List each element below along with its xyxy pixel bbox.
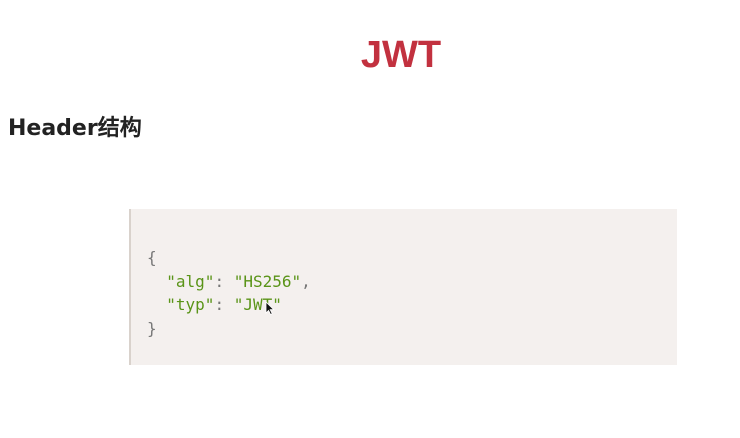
json-comma: , bbox=[301, 271, 311, 291]
json-separator: : bbox=[214, 271, 234, 291]
json-key-alg: "alg" bbox=[166, 271, 215, 291]
json-separator: : bbox=[214, 295, 234, 314]
json-code: { "alg": "HS256", "typ": "JWT" } bbox=[147, 246, 311, 340]
section-heading: Header结构 bbox=[8, 116, 142, 141]
mouse-pointer-icon bbox=[265, 301, 275, 315]
json-key-typ: "typ" bbox=[166, 295, 215, 314]
json-value-alg: "HS256" bbox=[233, 271, 302, 291]
slide: JWT Header结构 { "alg": "HS256", "typ": "J… bbox=[0, 0, 740, 438]
code-block: { "alg": "HS256", "typ": "JWT" } bbox=[129, 209, 677, 365]
open-brace: { bbox=[147, 248, 157, 267]
close-brace: } bbox=[147, 318, 157, 338]
slide-title: JWT bbox=[360, 34, 442, 76]
